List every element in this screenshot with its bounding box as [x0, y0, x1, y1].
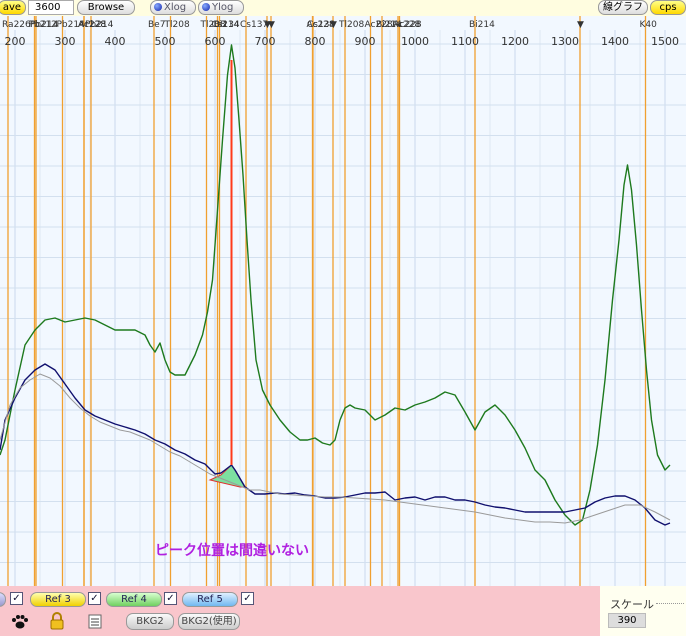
x-tick-label: 200: [5, 35, 26, 48]
peak-marker-label: ▼: [330, 20, 337, 30]
ref5-toggle[interactable]: Ref 5: [182, 592, 238, 607]
scale-label: スケール: [610, 598, 654, 611]
peak-marker-label: Tl208: [164, 20, 190, 30]
xlog-label: Xlog: [164, 2, 187, 13]
x-tick-label: 1000: [401, 35, 429, 48]
notes-icon[interactable]: [87, 613, 103, 629]
ref5-checkbox[interactable]: ✓: [241, 592, 254, 605]
peak-marker-label: ▼: [268, 20, 275, 30]
peak-marker-label: Ra226: [2, 20, 31, 30]
ref3-label: Ref 3: [45, 594, 71, 605]
xlog-toggle[interactable]: Xlog: [150, 0, 196, 15]
x-tick-label: 1100: [451, 35, 479, 48]
peak-marker-label: Bi214: [469, 20, 495, 30]
peak-marker-label: Pb214: [30, 20, 59, 30]
x-tick-label: 1300: [551, 35, 579, 48]
bkg2-button[interactable]: BKG2: [126, 613, 174, 630]
x-tick-label: 1400: [601, 35, 629, 48]
ref4-toggle[interactable]: Ref 4: [106, 592, 162, 607]
cps-button[interactable]: cps: [650, 0, 686, 15]
ylog-label: Ylog: [212, 2, 234, 13]
measurement-time-input[interactable]: 3600: [28, 0, 74, 15]
save-button[interactable]: ave: [0, 0, 26, 15]
x-tick-label: 500: [155, 35, 176, 48]
bkg2-use-button[interactable]: BKG2(使用): [178, 613, 240, 630]
x-tick-label: 300: [55, 35, 76, 48]
paw-icon[interactable]: [11, 614, 29, 630]
ref5-label: Ref 5: [197, 594, 223, 605]
lock-icon[interactable]: [50, 612, 64, 630]
peak-marker-label: Cs134: [212, 20, 240, 30]
chart-annotation: ピーク位置は間違いない: [155, 542, 309, 559]
x-tick-label: 800: [305, 35, 326, 48]
peak-marker-label: ▼: [577, 20, 584, 30]
peak-marker-label: K40: [640, 20, 658, 30]
peak-marker-label: Ac228: [78, 20, 106, 30]
spectrum-chart: 200 300 400 500 600 700 800 900 1000 1100 1200 1300…: [0, 16, 686, 586]
ref2-checkbox[interactable]: ✓: [10, 592, 23, 605]
toolbar: ave 3600 Browse Xlog Ylog 線グラフ cps: [0, 0, 686, 16]
scale-slider-track[interactable]: [656, 603, 684, 604]
radio-icon: [154, 3, 162, 11]
ylog-toggle[interactable]: Ylog: [198, 0, 244, 15]
x-tick-label: 600: [205, 35, 226, 48]
browse-button[interactable]: Browse: [77, 0, 135, 15]
peak-marker-label: Tl208: [338, 20, 364, 30]
x-tick-label: 900: [355, 35, 376, 48]
x-tick-label: 1200: [501, 35, 529, 48]
scale-panel: スケール 390: [600, 586, 686, 636]
line-graph-button[interactable]: 線グラフ: [598, 0, 648, 15]
x-tick-label: 700: [255, 35, 276, 48]
peak-marker-label: Ac228: [394, 20, 422, 30]
ref3-toggle[interactable]: Ref 3: [30, 592, 86, 607]
ref4-checkbox[interactable]: ✓: [164, 592, 177, 605]
reference-panel: ✓ Ref 3 ✓ Ref 4 ✓ Ref 5 ✓ BKG2 BKG2(使用): [0, 586, 600, 636]
x-tick-label: 1500: [651, 35, 679, 48]
ref3-button[interactable]: [0, 592, 6, 607]
radio-icon: [202, 3, 210, 11]
scale-value-field[interactable]: 390: [608, 613, 646, 628]
x-tick-label: 400: [105, 35, 126, 48]
plot-background: [0, 16, 686, 586]
peak-marker-label: Be7: [148, 20, 165, 30]
ref3-checkbox[interactable]: ✓: [88, 592, 101, 605]
ref4-label: Ref 4: [121, 594, 147, 605]
